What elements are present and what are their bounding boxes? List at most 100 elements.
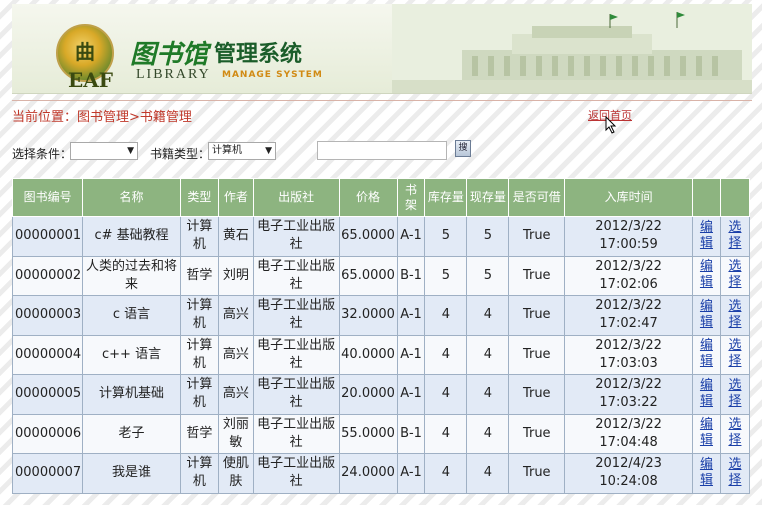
cell-name: c 语言 bbox=[82, 295, 181, 336]
cell-current: 5 bbox=[466, 255, 510, 296]
type-select[interactable]: 计算机 ▼ bbox=[208, 142, 276, 160]
divider bbox=[12, 100, 752, 101]
header-edit bbox=[692, 178, 721, 217]
cell-author: 高兴 bbox=[217, 374, 254, 415]
header-stock: 库存量 bbox=[424, 178, 468, 217]
cell-price: 55.0000 bbox=[338, 413, 398, 454]
cell-author: 高兴 bbox=[217, 334, 254, 375]
select-link[interactable]: 选择 bbox=[728, 338, 742, 370]
cell-time: 2012/3/22 17:03:03 bbox=[564, 334, 693, 375]
title-cn: 管理系统 bbox=[214, 42, 303, 67]
cell-edit: 编辑 bbox=[692, 374, 721, 415]
cell-author: 黄石 bbox=[217, 216, 254, 257]
cell-select: 选择 bbox=[719, 334, 751, 375]
cell-type: 哲学 bbox=[179, 413, 219, 454]
library-building-image bbox=[392, 4, 752, 93]
search-button[interactable]: 搜 bbox=[455, 140, 471, 157]
cell-publisher: 电子工业出版社 bbox=[252, 255, 340, 296]
cell-id: 00000004 bbox=[11, 334, 84, 375]
cell-shelf: A-1 bbox=[396, 216, 426, 257]
cell-type: 哲学 bbox=[179, 255, 219, 296]
edit-link[interactable]: 编辑 bbox=[699, 220, 713, 252]
cell-stock: 5 bbox=[424, 255, 468, 296]
cell-edit: 编辑 bbox=[692, 334, 721, 375]
cell-publisher: 电子工业出版社 bbox=[252, 413, 340, 454]
cell-author: 刘明 bbox=[217, 255, 254, 296]
cell-shelf: A-1 bbox=[396, 453, 426, 494]
type-label: 书籍类型： bbox=[150, 147, 211, 161]
table-row: 00000003 c 语言 计算机 高兴 电子工业出版社 32.0000 A-1 4 4 True… bbox=[11, 295, 751, 336]
edit-link[interactable]: 编辑 bbox=[699, 299, 713, 331]
cell-edit: 编辑 bbox=[692, 255, 721, 296]
cell-publisher: 电子工业出版社 bbox=[252, 295, 340, 336]
cell-select: 选择 bbox=[719, 295, 751, 336]
cell-borrowable: True bbox=[508, 413, 566, 454]
cell-type: 计算机 bbox=[179, 374, 219, 415]
cell-publisher: 电子工业出版社 bbox=[252, 374, 340, 415]
cell-price: 40.0000 bbox=[338, 334, 398, 375]
cell-time: 2012/3/22 17:00:59 bbox=[564, 216, 693, 257]
header-time: 入库时间 bbox=[564, 178, 693, 217]
title-en-manage-system: MANAGE SYSTEM bbox=[222, 70, 323, 80]
header-shelf: 书架 bbox=[396, 178, 426, 217]
breadcrumb: 当前位置：图书管理>书籍管理 bbox=[12, 110, 192, 125]
table-row: 00000005 计算机基础 计算机 高兴 电子工业出版社 20.0000 A-1 4 4 Tru… bbox=[11, 374, 751, 415]
books-table: 图书编号 名称 类型 作者 出版社 价格 书架 库存量 现存量 是否可借 入库时… bbox=[11, 178, 751, 494]
header-select bbox=[719, 178, 751, 217]
cell-id: 00000005 bbox=[11, 374, 84, 415]
select-link[interactable]: 选择 bbox=[728, 417, 742, 449]
cell-current: 4 bbox=[466, 413, 510, 454]
cell-time: 2012/3/22 17:02:47 bbox=[564, 295, 693, 336]
cell-shelf: A-1 bbox=[396, 295, 426, 336]
cell-name: c# 基础教程 bbox=[82, 216, 181, 257]
edit-link[interactable]: 编辑 bbox=[699, 378, 713, 410]
cell-name: 计算机基础 bbox=[82, 374, 181, 415]
library-logo: 曲 EAF bbox=[56, 24, 114, 92]
search-input[interactable] bbox=[317, 141, 447, 160]
cell-edit: 编辑 bbox=[692, 216, 721, 257]
cell-publisher: 电子工业出版社 bbox=[252, 453, 340, 494]
cell-type: 计算机 bbox=[179, 295, 219, 336]
select-link[interactable]: 选择 bbox=[728, 457, 742, 489]
cell-id: 00000007 bbox=[11, 453, 84, 494]
cell-stock: 4 bbox=[424, 413, 468, 454]
select-link[interactable]: 选择 bbox=[728, 220, 742, 252]
table-row: 00000002 人类的过去和将来 哲学 刘明 电子工业出版社 65.0000 B-1 5 5 T… bbox=[11, 255, 751, 296]
header-type: 类型 bbox=[179, 178, 219, 217]
cell-price: 32.0000 bbox=[338, 295, 398, 336]
cell-select: 选择 bbox=[719, 216, 751, 257]
edit-link[interactable]: 编辑 bbox=[699, 457, 713, 489]
cell-borrowable: True bbox=[508, 255, 566, 296]
cell-current: 5 bbox=[466, 216, 510, 257]
header-current: 现存量 bbox=[466, 178, 510, 217]
condition-label: 选择条件： bbox=[12, 147, 73, 161]
cell-author: 使肌肤 bbox=[217, 453, 254, 494]
cell-select: 选择 bbox=[719, 255, 751, 296]
header-name: 名称 bbox=[82, 178, 181, 217]
cell-stock: 4 bbox=[424, 453, 468, 494]
cell-select: 选择 bbox=[719, 413, 751, 454]
cell-price: 65.0000 bbox=[338, 255, 398, 296]
edit-link[interactable]: 编辑 bbox=[699, 338, 713, 370]
cell-time: 2012/3/22 17:04:48 bbox=[564, 413, 693, 454]
cell-type: 计算机 bbox=[179, 453, 219, 494]
cell-shelf: B-1 bbox=[396, 255, 426, 296]
header-id: 图书编号 bbox=[11, 178, 84, 217]
cell-publisher: 电子工业出版社 bbox=[252, 216, 340, 257]
select-link[interactable]: 选择 bbox=[728, 378, 742, 410]
cell-borrowable: True bbox=[508, 295, 566, 336]
condition-select[interactable]: ▼ bbox=[70, 142, 138, 160]
cell-name: c++ 语言 bbox=[82, 334, 181, 375]
cell-stock: 4 bbox=[424, 334, 468, 375]
edit-link[interactable]: 编辑 bbox=[699, 259, 713, 291]
select-link[interactable]: 选择 bbox=[728, 299, 742, 331]
select-link[interactable]: 选择 bbox=[728, 259, 742, 291]
cell-id: 00000006 bbox=[11, 413, 84, 454]
cell-publisher: 电子工业出版社 bbox=[252, 334, 340, 375]
cell-current: 4 bbox=[466, 295, 510, 336]
cell-id: 00000003 bbox=[11, 295, 84, 336]
cell-time: 2012/3/22 17:02:06 bbox=[564, 255, 693, 296]
edit-link[interactable]: 编辑 bbox=[699, 417, 713, 449]
table-row: 00000004 c++ 语言 计算机 高兴 电子工业出版社 40.0000 A-1 4 4 Tr… bbox=[11, 334, 751, 375]
cell-edit: 编辑 bbox=[692, 295, 721, 336]
